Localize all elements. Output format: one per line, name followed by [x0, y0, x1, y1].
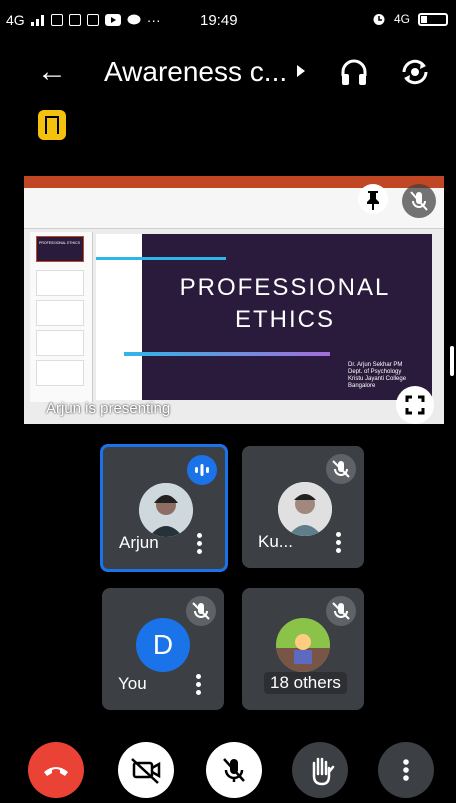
more-vert-icon[interactable]	[196, 674, 202, 696]
participant-name: 18 others	[264, 672, 347, 694]
slide-thumbnail	[36, 330, 84, 356]
participant-name: Ku...	[258, 532, 293, 551]
slide-thumbnail: PROFESSIONAL ETHICS	[36, 236, 84, 262]
slide-title: PROFESSIONAL	[179, 274, 391, 301]
participant-tile-arjun[interactable]: Arjun	[100, 444, 228, 572]
raise-hand-icon	[312, 757, 335, 786]
camera-toggle-button[interactable]	[118, 742, 174, 798]
avatar: D	[136, 618, 190, 672]
back-arrow-icon[interactable]: ←	[34, 54, 70, 90]
call-header: ← Awareness c...	[0, 54, 456, 98]
status-left: 4G ···	[6, 12, 161, 28]
status-bar: 4G ··· 19:49 4G	[0, 0, 456, 40]
status-right: 4G	[372, 12, 448, 26]
mic-off-icon	[186, 596, 216, 626]
fullscreen-icon	[405, 395, 425, 415]
slide-accent-line	[124, 352, 330, 356]
current-slide: PROFESSIONAL ETHICS Dr. Arjun Sekhar PM …	[96, 234, 432, 400]
participant-tile-you[interactable]: D You	[102, 588, 224, 710]
more-vert-icon[interactable]	[336, 532, 342, 554]
alarm-icon	[373, 14, 385, 25]
meeting-lock-icon[interactable]	[38, 110, 66, 140]
participant-name: You	[118, 674, 147, 693]
video-off-icon	[131, 758, 161, 784]
network-label: 4G	[6, 12, 25, 28]
slide-thumbnail	[36, 270, 84, 296]
calendar-icon	[86, 14, 99, 26]
mic-toggle-button[interactable]	[206, 742, 262, 798]
mic-off-icon	[223, 758, 245, 782]
end-call-button[interactable]	[28, 742, 84, 798]
network-label: 4G	[393, 12, 410, 26]
presenter-mute-indicator	[402, 184, 436, 218]
pin-icon	[367, 191, 379, 210]
clock: 19:49	[200, 12, 238, 29]
youtube-icon	[104, 14, 121, 26]
raise-hand-button[interactable]	[292, 742, 348, 798]
more-notifications-icon: ···	[146, 12, 161, 28]
mic-off-icon	[326, 596, 356, 626]
participant-tile-others[interactable]: 18 others	[242, 588, 364, 710]
slide-accent-line	[96, 257, 226, 260]
avatar	[278, 482, 332, 536]
chat-icon	[127, 14, 141, 25]
mic-off-icon	[326, 454, 356, 484]
pin-button[interactable]	[358, 184, 388, 214]
more-options-button[interactable]	[378, 742, 434, 798]
slide-thumbnails: PROFESSIONAL ETHICS	[30, 232, 93, 402]
fullscreen-button[interactable]	[396, 386, 434, 424]
scroll-indicator[interactable]	[450, 346, 454, 376]
slide-subtitle: ETHICS	[234, 306, 335, 333]
participant-name: Arjun	[119, 533, 159, 552]
battery-icon	[418, 12, 448, 26]
more-vert-icon[interactable]	[197, 533, 203, 555]
avatar	[139, 483, 193, 537]
thumb-label: PROFESSIONAL ETHICS	[39, 241, 80, 245]
participant-tile-ku[interactable]: Ku...	[242, 446, 364, 568]
meeting-title[interactable]: Awareness c...	[104, 56, 289, 88]
signal-icon	[30, 15, 44, 26]
more-vert-icon	[403, 759, 409, 781]
switch-camera-icon[interactable]	[398, 56, 432, 88]
slide-thumbnail	[36, 300, 84, 326]
headphones-icon[interactable]	[338, 56, 370, 88]
presenting-label: Arjun is presenting	[46, 400, 171, 417]
notification-icon	[68, 14, 81, 26]
slide-thumbnail	[36, 360, 84, 386]
speaking-indicator-icon	[187, 455, 217, 485]
notification-icon	[50, 14, 63, 26]
phone-hangup-icon	[44, 767, 68, 776]
avatar	[276, 618, 330, 672]
mic-off-icon	[410, 191, 428, 211]
chevron-right-icon[interactable]	[292, 62, 310, 80]
